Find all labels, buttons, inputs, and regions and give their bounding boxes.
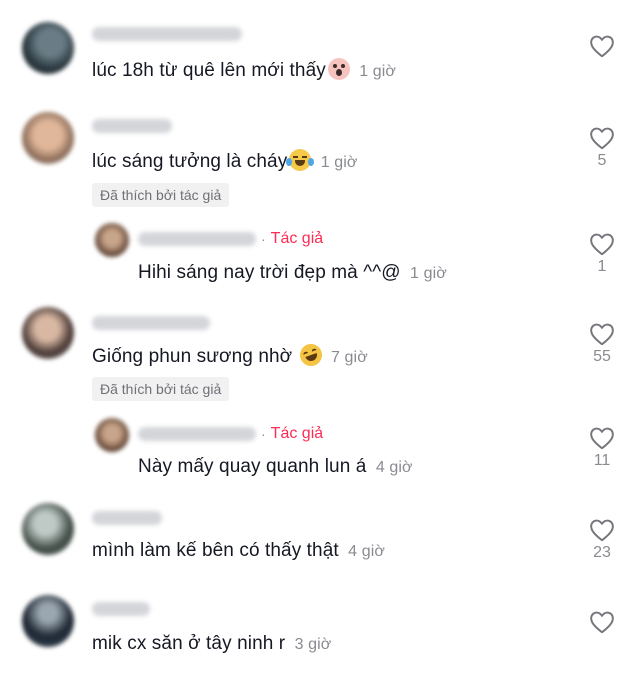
avatar[interactable]: [22, 503, 74, 555]
reply-avatar[interactable]: [95, 223, 129, 257]
like-button[interactable]: 55: [582, 322, 622, 366]
comment-text: mik cx săn ở tây ninh r: [92, 633, 286, 654]
reply-text-row[interactable]: Hihi sáng nay trời đẹp mà ^^@ 1 giờ: [138, 262, 447, 284]
reply-like-button[interactable]: 1: [582, 232, 622, 276]
reply-text: Hihi sáng nay trời đẹp mà ^^@: [138, 262, 401, 283]
comment-text-row[interactable]: lúc sáng tưởng là cháy 1 giờ: [92, 149, 358, 173]
like-count: 55: [593, 348, 611, 365]
avatar[interactable]: [22, 112, 74, 164]
comment-time: 3 giờ: [294, 636, 332, 653]
reply-avatar[interactable]: [95, 418, 129, 452]
comment-text-row[interactable]: mình làm kế bên có thấy thật 4 giờ: [92, 540, 385, 562]
liked-by-author-badge: Đã thích bởi tác giả: [92, 377, 230, 401]
liked-by-author-badge: Đã thích bởi tác giả: [92, 183, 230, 207]
avatar[interactable]: [22, 307, 74, 359]
separator-dot: ·: [261, 231, 266, 247]
comment-text-row[interactable]: mik cx săn ở tây ninh r 3 giờ: [92, 633, 331, 655]
username-blurred[interactable]: [92, 119, 172, 133]
like-button[interactable]: [582, 34, 622, 60]
comment-text-row[interactable]: Giống phun sương nhờ 7 giờ: [92, 340, 368, 370]
author-tag: Tác giả: [270, 230, 324, 247]
comment-text: lúc 18h từ quê lên mới thấy: [92, 60, 326, 81]
like-count: 11: [593, 452, 611, 469]
heart-icon: [590, 35, 614, 58]
heart-icon: [590, 427, 614, 450]
like-button[interactable]: 5: [582, 126, 622, 170]
heart-icon: [590, 611, 614, 634]
avatar[interactable]: [22, 595, 74, 647]
heart-icon: [590, 127, 614, 150]
like-count: 23: [593, 544, 611, 561]
reply-header: · Tác giả: [138, 425, 323, 443]
comment-time: 1 giờ: [359, 63, 397, 80]
crying-laugh-emoji-icon: [286, 149, 315, 171]
like-button[interactable]: [582, 610, 622, 636]
reply-text-row[interactable]: Này mấy quay quanh lun á 4 giờ: [138, 456, 413, 478]
comment-text: mình làm kế bên có thấy thật: [92, 540, 339, 561]
comment-text-row[interactable]: lúc 18h từ quê lên mới thấy 1 giờ: [92, 58, 396, 82]
username-blurred[interactable]: [92, 602, 150, 616]
comment-text: lúc sáng tưởng là cháy: [92, 151, 288, 172]
reply-username-blurred[interactable]: [138, 232, 256, 246]
separator-dot: ·: [261, 426, 266, 442]
like-count: 1: [597, 258, 607, 275]
heart-icon: [590, 519, 614, 542]
username-blurred[interactable]: [92, 511, 162, 525]
comment-text: Giống phun sương nhờ: [92, 346, 293, 367]
heart-icon: [590, 233, 614, 256]
reply-header: · Tác giả: [138, 230, 323, 248]
shocked-emoji-icon: [327, 58, 350, 80]
reply-time: 1 giờ: [410, 265, 447, 282]
reply-username-blurred[interactable]: [138, 427, 256, 441]
username-blurred[interactable]: [92, 316, 210, 330]
reply-text: Này mấy quay quanh lun á: [138, 456, 367, 477]
comment-time: 1 giờ: [320, 154, 358, 171]
heart-icon: [590, 323, 614, 346]
avatar[interactable]: [22, 22, 74, 74]
comment-time: 7 giờ: [331, 349, 368, 366]
rofl-emoji-icon: [296, 340, 325, 370]
author-tag: Tác giả: [270, 425, 324, 442]
like-count: 5: [597, 152, 607, 169]
reply-like-button[interactable]: 11: [582, 426, 622, 470]
username-blurred[interactable]: [92, 27, 242, 41]
reply-time: 4 giờ: [375, 459, 413, 476]
comment-time: 4 giờ: [348, 543, 385, 560]
like-button[interactable]: 23: [582, 518, 622, 562]
